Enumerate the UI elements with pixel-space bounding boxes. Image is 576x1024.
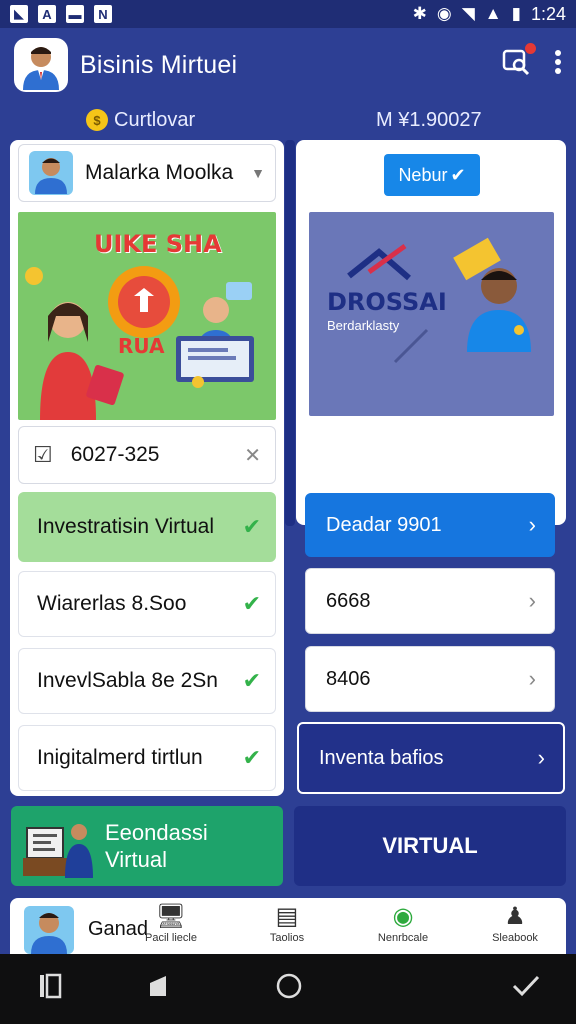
virtual-button[interactable]: VIRTUAL (294, 806, 566, 886)
presenter-icon (23, 824, 93, 878)
wifi-icon: ◥ (461, 4, 475, 23)
promo-illustration: UIKE SHA RUA (18, 212, 276, 420)
app-bar: Bisinis Mirtuei (0, 28, 576, 102)
virtual-promo-button[interactable]: Eeondassi Virtual (11, 806, 283, 886)
list-item-label: Inigitalmerd tirtlun (37, 746, 203, 769)
list-item-label: 6668 (326, 589, 371, 612)
signal-icon: ▲ (484, 4, 502, 23)
balance-label: Curtlovar (114, 108, 196, 131)
person-icon: ♟ (504, 903, 526, 930)
list-item[interactable]: Wiarerlas 8.Soo ✔ (18, 571, 276, 637)
promo-illustration: DROSSAI Berdarklasty (309, 212, 554, 416)
app-title: Bisinis Mirtuei (80, 50, 238, 79)
check-icon: ✔ (242, 591, 261, 616)
balance-amount: M ¥1.90027 (376, 108, 482, 131)
code-value: 6027-325 (70, 443, 160, 466)
check-icon: ✔ (450, 164, 466, 185)
notification-badge (525, 42, 536, 54)
chevron-right-icon: › (537, 745, 545, 770)
tab-label: Sleabook (492, 932, 538, 944)
list-item[interactable]: Inventa bafios › (297, 722, 565, 794)
list-item-label: Investratisin Virtual (37, 515, 215, 538)
brand-text: DROSSAI (327, 288, 447, 316)
person-avatar-icon (23, 47, 59, 90)
tab-label: Pacil liecle (145, 932, 197, 944)
check-icon (512, 975, 540, 996)
list-item[interactable]: Inigitalmerd tirtlun ✔ (18, 725, 276, 791)
recents-button[interactable] (38, 973, 62, 1006)
mail-icon: ▬ (66, 5, 84, 23)
list-item-label: InvevlSabla 8e 2Sn (37, 669, 218, 692)
tab-label: Taolios (269, 932, 305, 944)
list-item[interactable]: 8406 › (305, 646, 555, 712)
tab-label: Nenrbcale (377, 932, 429, 944)
bluetooth-icon: ✱ (412, 4, 427, 23)
list-item-label: Deadar 9901 (326, 513, 442, 536)
app-n-icon: N (94, 5, 112, 23)
status-bar: ◣ A ▬ N ✱ ◉ ◥ ▲ ▮ 1:24 (0, 0, 576, 28)
promo-line-1: Eeondassi (105, 820, 208, 845)
list-item[interactable]: InvevlSabla 8e 2Sn ✔ (18, 648, 276, 714)
tab-nenrbcale[interactable]: ◉ Nenrbcale (358, 902, 448, 944)
banner-sub-text: RUA (118, 334, 165, 358)
more-options-button[interactable] (554, 49, 562, 82)
person-avatar-icon (35, 158, 67, 194)
list-item[interactable]: Deadar 9901 › (305, 493, 555, 557)
confirm-button[interactable] (512, 974, 540, 1005)
code-field[interactable]: ☑ 6027-325 ✕ (18, 426, 276, 484)
coin-icon: $ (86, 109, 108, 131)
balance-row: $ Curtlovar M ¥1.90027 (0, 102, 576, 138)
chevron-right-icon: › (528, 666, 536, 691)
monitor-icon: 🖥 (155, 903, 187, 930)
chip-label: Nebur (398, 164, 448, 185)
tab-sleabook[interactable]: ♟ Sleabook (470, 902, 560, 944)
shop-illustration-icon (25, 266, 254, 420)
check-icon: ✔ (242, 745, 261, 770)
search-notification-button[interactable] (502, 42, 536, 83)
battery-icon: ▮ (511, 4, 521, 23)
system-nav-bar (0, 954, 576, 1024)
alarm-icon: ◉ (436, 4, 452, 23)
chevron-right-icon: › (528, 588, 536, 613)
list-item-label: 8406 (326, 667, 371, 690)
person-avatar-icon (31, 913, 67, 954)
promo-line-2: Virtual (105, 847, 167, 872)
list-item[interactable]: Investratisin Virtual ✔ (18, 492, 276, 562)
bottom-tab-bar: Ganad 🖥 Pacil liecle ▤ Taolios ◉ Nenrbca… (10, 898, 566, 954)
account-dropdown[interactable]: Malarka Moolka ▼ (18, 144, 276, 202)
avatar (29, 151, 73, 195)
back-button[interactable] (146, 974, 168, 1005)
document-icon: ▤ (275, 903, 299, 930)
scrollbar[interactable] (285, 140, 295, 526)
check-icon: ✔ (242, 668, 261, 693)
chevron-right-icon: › (528, 512, 536, 537)
list-item[interactable]: 6668 › (305, 568, 555, 634)
app-a-icon: A (38, 5, 56, 23)
home-button[interactable] (276, 973, 302, 1006)
tab-pacil[interactable]: 🖥 Pacil liecle (126, 902, 216, 944)
list-item-label: Wiarerlas 8.Soo (37, 592, 187, 615)
more-vert-icon (555, 49, 561, 74)
notification-icon: ◣ (10, 5, 28, 23)
coin-icon: ◉ (392, 903, 414, 930)
check-icon: ✔ (242, 514, 261, 539)
close-icon[interactable]: ✕ (244, 443, 261, 468)
back-icon (150, 975, 166, 996)
avatar[interactable] (24, 906, 74, 954)
recents-icon (40, 973, 62, 998)
edit-checkbox-icon: ☑ (33, 442, 53, 467)
clock: 1:24 (530, 3, 566, 24)
list-item-label: Inventa bafios (319, 746, 444, 769)
chevron-down-icon: ▼ (251, 165, 265, 181)
home-icon (276, 973, 302, 998)
dropdown-label: Malarka Moolka (85, 161, 234, 184)
avatar[interactable] (14, 38, 68, 92)
new-badge-button[interactable]: Nebur ✔ (384, 154, 480, 196)
tab-taolios[interactable]: ▤ Taolios (242, 902, 332, 944)
brand-subtext: Berdarklasty (327, 318, 400, 333)
